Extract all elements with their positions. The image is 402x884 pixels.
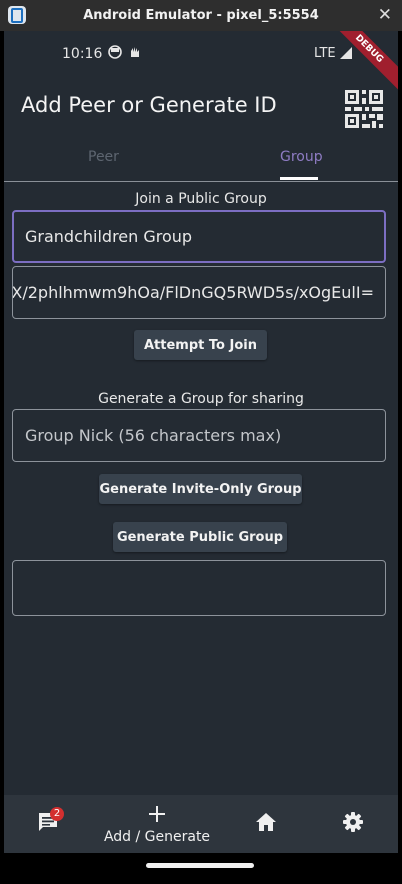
gesture-handle[interactable] (146, 863, 254, 868)
close-icon[interactable]: ✕ (378, 5, 392, 25)
signal-icon (340, 47, 352, 59)
tab-peer[interactable]: Peer (88, 149, 119, 165)
group-key-value: NX/2phlhmwm9hOa/FlDnGQ5RWD5s/xOgEulI= (12, 283, 374, 302)
notification-status-icon (131, 47, 139, 57)
group-nick-input[interactable]: Group Nick (56 characters max) (12, 409, 386, 462)
nav-home[interactable] (254, 795, 278, 853)
generate-invite-only-group-button[interactable]: Generate Invite-Only Group (99, 474, 302, 504)
sim-status-icon (108, 45, 122, 59)
generated-group-output[interactable] (12, 560, 386, 616)
tab-bar: Peer Group (4, 141, 398, 182)
nav-messages[interactable]: 2 (34, 795, 64, 853)
generate-group-heading: Generate a Group for sharing (98, 391, 304, 407)
nav-add-label: Add / Generate (103, 829, 211, 845)
group-key-input[interactable]: NX/2phlhmwm9hOa/FlDnGQ5RWD5s/xOgEulI= (12, 266, 386, 319)
emulator-title-bar: Android Emulator - pixel_5:5554 ✕ (0, 0, 402, 31)
add-icon (149, 806, 165, 822)
page-title: Add Peer or Generate ID (21, 93, 277, 117)
settings-icon (343, 812, 363, 832)
group-nick-placeholder: Group Nick (56 characters max) (25, 426, 282, 445)
tab-group[interactable]: Group (280, 149, 323, 165)
debug-ribbon: DEBUG (324, 31, 398, 94)
unread-badge: 2 (50, 807, 64, 821)
emulator-app-icon (8, 6, 26, 24)
nav-settings[interactable] (341, 795, 365, 853)
network-type: LTE (314, 46, 336, 61)
join-group-heading: Join a Public Group (135, 191, 267, 207)
home-icon (256, 813, 276, 831)
bottom-navigation: 2 Add / Generate (4, 795, 398, 853)
gesture-navigation-area (4, 853, 398, 884)
window-title: Android Emulator - pixel_5:5554 (83, 8, 319, 23)
generate-public-group-button[interactable]: Generate Public Group (113, 522, 287, 552)
phone-screen: 10:16 LTE DEBUG Add Peer or Generate ID … (4, 31, 398, 853)
group-name-value: Grandchildren Group (25, 227, 193, 246)
qr-code-icon[interactable] (345, 90, 383, 128)
status-time: 10:16 (62, 46, 103, 62)
status-bar: 10:16 LTE DEBUG (4, 31, 398, 94)
attempt-to-join-button[interactable]: Attempt To Join (134, 330, 267, 360)
tab-indicator (280, 177, 318, 180)
group-name-input[interactable]: Grandchildren Group (12, 210, 386, 263)
